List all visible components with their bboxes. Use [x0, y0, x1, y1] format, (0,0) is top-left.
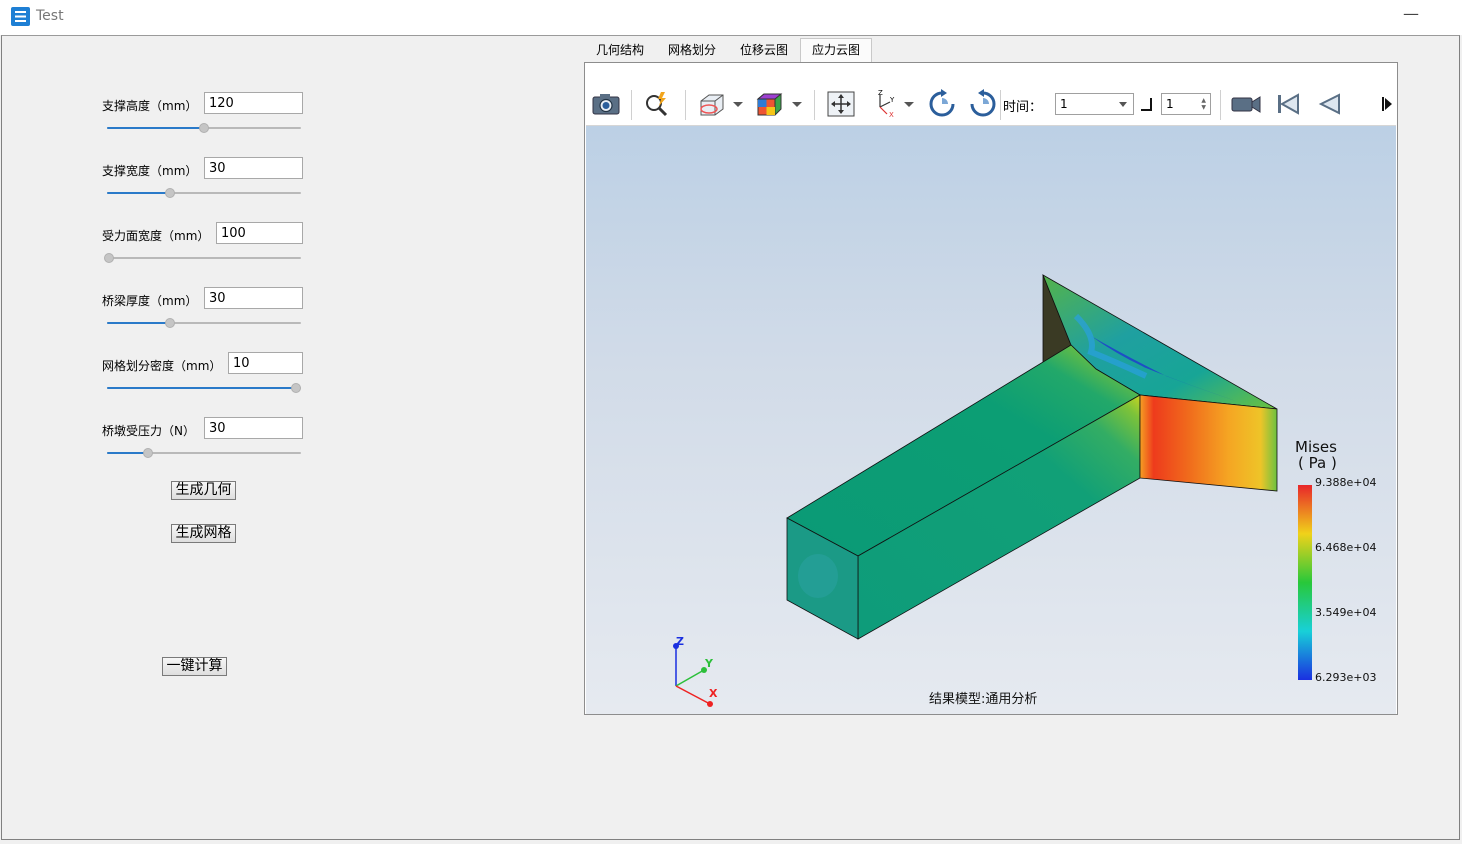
record-video-icon[interactable] [1230, 89, 1262, 119]
support-height-input[interactable] [204, 92, 303, 114]
rotate-ccw-icon[interactable] [967, 89, 999, 119]
bridge-thickness-slider[interactable] [107, 317, 301, 329]
param-label-bridge-thickness: 桥梁厚度（mm） [102, 294, 198, 308]
param-label-mesh-density: 网格划分密度（mm） [102, 359, 222, 373]
generate-mesh-button[interactable]: 生成网格 [171, 524, 236, 543]
tab-mesh[interactable]: 网格划分 [657, 39, 727, 61]
app-icon [11, 7, 30, 26]
result-model-label: 结果模型:通用分析 [929, 692, 1038, 707]
slider-handle[interactable] [143, 448, 153, 458]
axis-triad: Z Y X [673, 635, 718, 707]
toolbar-separator [814, 90, 815, 120]
pier-pressure-input[interactable] [204, 417, 303, 439]
pier-pressure-slider[interactable] [107, 447, 301, 459]
chevron-down-icon[interactable] [733, 102, 743, 107]
param-label-load-face-width: 受力面宽度（mm） [102, 229, 210, 243]
time-select-value: 1 [1060, 97, 1068, 111]
legend-tick-min: 6.293e+03 [1315, 671, 1377, 684]
slider-handle[interactable] [165, 188, 175, 198]
compute-button[interactable]: 一键计算 [162, 657, 227, 676]
legend-tick-max: 9.388e+04 [1315, 476, 1377, 489]
load-face-width-input[interactable] [216, 222, 303, 244]
load-face-width-slider[interactable] [104, 252, 301, 264]
time-label: 时间： [1003, 100, 1043, 115]
viewer-toolbar: Z Y X 时间： 1 1 ▲ ▼ [586, 84, 1396, 126]
rotate-cw-icon[interactable] [926, 89, 958, 119]
title-bar: Test — [0, 0, 1462, 35]
toolbar-separator [631, 90, 632, 120]
axis-y-label: Y [704, 657, 714, 670]
step-marker-icon [1141, 98, 1152, 111]
legend-tick: 3.549e+04 [1315, 606, 1377, 619]
param-label-pier-pressure: 桥墩受压力（N） [102, 424, 195, 438]
spin-arrows-icon[interactable]: ▲ ▼ [1201, 97, 1206, 111]
chevron-down-icon[interactable] [792, 102, 802, 107]
param-label-support-height: 支撑高度（mm） [102, 99, 198, 113]
chevron-down-icon [1119, 102, 1127, 107]
slider-handle[interactable] [291, 383, 301, 393]
generate-geometry-button[interactable]: 生成几何 [171, 481, 236, 500]
svg-text:Y: Y [889, 96, 895, 104]
tab-displacement[interactable]: 位移云图 [729, 39, 799, 61]
time-select[interactable]: 1 [1055, 93, 1134, 115]
stress-contour-model: Z Y X [673, 274, 1312, 707]
mesh-density-slider[interactable] [107, 382, 301, 394]
pan-move-icon[interactable] [825, 89, 857, 119]
section-view-icon[interactable] [695, 89, 727, 119]
legend-tick: 6.468e+04 [1315, 541, 1377, 554]
legend-unit: ( Pa ) [1298, 454, 1337, 472]
axis-x-label: X [709, 687, 718, 700]
svg-text:X: X [889, 111, 894, 119]
slider-handle[interactable] [104, 253, 114, 263]
color-legend-bar [1298, 485, 1312, 680]
param-label-support-width: 支撑宽度（mm） [102, 164, 198, 178]
tab-geometry[interactable]: 几何结构 [585, 39, 655, 61]
window-title: Test [36, 8, 64, 24]
support-width-input[interactable] [204, 157, 303, 179]
toolbar-separator [1220, 90, 1221, 120]
step-spinbox[interactable]: 1 ▲ ▼ [1161, 93, 1211, 115]
toolbar-overflow-icon[interactable] [1372, 89, 1396, 119]
axis-orientation-icon[interactable]: Z Y X [868, 89, 900, 119]
bridge-thickness-input[interactable] [204, 287, 303, 309]
step-back-icon[interactable] [1313, 89, 1345, 119]
step-spinbox-value: 1 [1166, 97, 1174, 111]
support-width-slider[interactable] [107, 187, 301, 199]
toolbar-separator [1000, 90, 1001, 120]
svg-text:Z: Z [878, 89, 883, 97]
axis-z-label: Z [676, 635, 684, 648]
camera-icon[interactable] [590, 89, 622, 119]
3d-viewport[interactable]: Z Y X Mises ( Pa ) 9.388e+04 6.468e+04 3… [586, 126, 1396, 714]
slider-handle[interactable] [199, 123, 209, 133]
minimize-button[interactable]: — [1398, 4, 1424, 26]
chevron-down-icon[interactable] [904, 102, 914, 107]
skip-to-start-icon[interactable] [1272, 89, 1304, 119]
support-height-slider[interactable] [107, 122, 301, 134]
color-cube-icon[interactable] [753, 89, 785, 119]
slider-handle[interactable] [165, 318, 175, 328]
tab-stress[interactable]: 应力云图 [800, 38, 872, 63]
result-panel: Z Y X 时间： 1 1 ▲ ▼ Z Y X Mises (Pa) 9.3… [584, 62, 1398, 715]
mesh-density-input[interactable] [228, 352, 303, 374]
zoom-fit-icon[interactable] [641, 89, 673, 119]
toolbar-separator [685, 90, 686, 120]
